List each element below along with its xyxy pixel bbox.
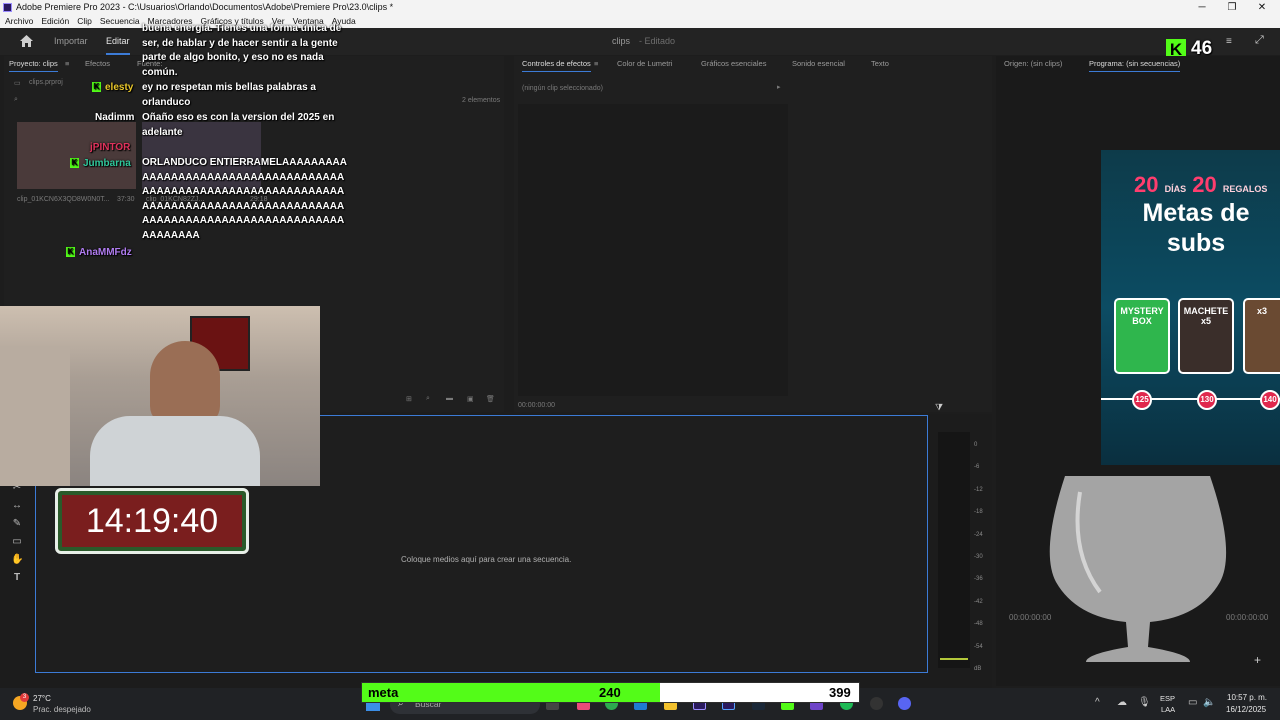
tab-origen[interactable]: Origen: (sin clips) (1004, 59, 1062, 68)
clip-thumbnail[interactable] (17, 122, 136, 189)
menu-icon[interactable]: ≡ (1226, 36, 1232, 47)
notification-badge: 3 (20, 693, 29, 702)
maximize-button[interactable]: ❐ (1217, 0, 1247, 15)
language-sub: LAA (1161, 705, 1176, 714)
tab-editar[interactable]: Editar (106, 36, 130, 55)
timeline-placeholder: Coloque medios aquí para crear una secue… (401, 555, 572, 564)
item-count: 2 elementos (462, 97, 501, 104)
chat-text: ORLANDUCO ENTIERRAMELAAAAAAAAAAAAAAAAAAA… (142, 157, 347, 241)
tab-texto[interactable]: Texto (871, 59, 889, 68)
webcam-feed (0, 306, 320, 486)
volume-icon[interactable]: 🔈 (1203, 697, 1215, 708)
text-tool-icon[interactable]: T (11, 572, 23, 584)
project-file: clips.prproj (29, 79, 63, 86)
meta-goal: 399 (829, 685, 851, 700)
fullscreen-icon[interactable]: ⤢ (1255, 34, 1264, 47)
hand-tool-icon[interactable]: ✋ (11, 554, 23, 566)
kick-badge-icon: K (66, 247, 75, 258)
close-button[interactable]: ✕ (1247, 0, 1277, 15)
home-icon[interactable] (20, 35, 33, 47)
pen-tool-icon[interactable]: ✎ (11, 518, 23, 530)
reward-card: MYSTERY BOX (1114, 298, 1170, 374)
taskbar-date[interactable]: 16/12/2025 (1226, 705, 1266, 714)
window-titlebar: Adobe Premiere Pro 2023 - C:\Usuarios\Or… (0, 0, 1280, 15)
tab-proyecto[interactable]: Proyecto: clips (9, 59, 58, 72)
language-label[interactable]: ESP (1160, 694, 1175, 703)
search-icon[interactable]: ⌕ (14, 96, 18, 104)
expand-icon[interactable]: ▸ (777, 83, 781, 91)
taskbar-time[interactable]: 10:57 p. m. (1227, 693, 1267, 702)
meta-current: 240 (599, 685, 621, 700)
promo-word2: REGALOS (1222, 184, 1268, 194)
clip-duration: 37:30 (117, 196, 135, 203)
chat-username: jPINTOR (90, 142, 131, 153)
menu-clip[interactable]: Clip (77, 15, 92, 28)
menu-edicion[interactable]: Edición (41, 15, 69, 28)
promo-title: Metas de subs (1142, 199, 1250, 257)
weather-temp: 27°C (33, 694, 51, 703)
folder-icon[interactable]: ▬ (446, 395, 453, 402)
glass-image (1049, 476, 1227, 662)
discord-icon[interactable] (898, 697, 911, 710)
chat-text: Oñaño eso es con la version del 2025 en … (142, 112, 335, 138)
kick-badge-icon: K (70, 158, 79, 169)
chat-message: buena energía. Tienes una forma única de… (142, 23, 342, 78)
clip-name: clip_01KCN6X3QD8W0N0T... (17, 196, 110, 203)
weather-desc: Prac. despejado (33, 705, 91, 714)
chevron-up-icon[interactable]: ^ (1095, 697, 1100, 708)
promo-num2: 20 (1192, 172, 1217, 197)
menu-archivo[interactable]: Archivo (5, 15, 33, 28)
chat-username: Nadimm (95, 112, 135, 123)
chat-text: ey no respetan mis bellas palabras a orl… (142, 82, 316, 108)
slip-tool-icon[interactable]: ↔ (11, 500, 23, 512)
kick-badge-icon: K (92, 82, 101, 93)
effects-area (518, 104, 788, 396)
milestone: 130 (1197, 390, 1217, 410)
effects-timecode: 00:00:00:00 (518, 402, 555, 409)
meta-label: meta (368, 685, 399, 700)
no-clip-label: (ningún clip seleccionado) (522, 85, 603, 92)
tab-importar[interactable]: Importar (54, 36, 88, 46)
effects-control-panel: Controles de efectos ≡ Color de Lumetri … (514, 56, 992, 412)
chat-message: K AnaMMFdz (66, 247, 132, 258)
audio-meter (938, 432, 970, 668)
tab-graficos-esenciales[interactable]: Gráficos esenciales (701, 59, 766, 68)
meta-goal-bar: meta 240 399 (361, 682, 860, 703)
obs-icon[interactable] (870, 697, 883, 710)
microphone-icon[interactable]: 🎙 (1138, 697, 1151, 708)
chat-message: K Jumbarna (70, 158, 131, 169)
milestone: 125 (1132, 390, 1152, 410)
onedrive-icon[interactable]: ☁ (1117, 697, 1127, 708)
minimize-button[interactable]: ─ (1187, 0, 1217, 15)
tab-efectos[interactable]: Efectos (85, 59, 110, 68)
search-icon[interactable]: ⌕ (426, 395, 430, 403)
add-button-icon[interactable]: + (1254, 653, 1261, 667)
menu-secuencia[interactable]: Secuencia (100, 15, 140, 28)
trash-icon[interactable]: 🗑 (486, 395, 495, 403)
filter-icon[interactable]: ⧩ (935, 402, 943, 413)
promo-num1: 20 (1134, 172, 1159, 197)
meter-scale: 0 -6 -12 -18 -24 -30 -36 -42 -48 -54 dB (974, 442, 983, 673)
project-state: - Editado (639, 36, 676, 46)
menu-icon[interactable]: ≡ (65, 59, 69, 68)
new-item-icon[interactable]: ▣ (467, 395, 474, 403)
premiere-app-icon (3, 3, 12, 12)
reward-card: MACHETE x5 (1178, 298, 1234, 374)
menu-icon[interactable]: ≡ (594, 59, 598, 68)
reward-card: x3 (1243, 298, 1280, 374)
folder-icon: ▭ (14, 80, 21, 87)
clock-overlay: 14:19:40 (55, 488, 249, 554)
tab-programa[interactable]: Programa: (sin secuencias) (1089, 59, 1181, 72)
subs-goals-promo: 20 DÍAS 20 REGALOS Metas de subs MYSTERY… (1101, 150, 1280, 465)
milestone: 140 (1260, 390, 1280, 410)
freeform-icon[interactable]: ⊞ (406, 395, 412, 403)
tab-controles-efectos[interactable]: Controles de efectos (522, 59, 591, 72)
promo-word1: DÍAS (1164, 184, 1187, 194)
project-name: clips (612, 36, 631, 46)
rectangle-tool-icon[interactable]: ▭ (11, 536, 23, 548)
tab-lumetri[interactable]: Color de Lumetri (617, 59, 672, 68)
tab-sonido-esencial[interactable]: Sonido esencial (792, 59, 845, 68)
window-title: Adobe Premiere Pro 2023 - C:\Usuarios\Or… (16, 2, 394, 12)
network-icon[interactable]: ▭ (1188, 697, 1197, 708)
